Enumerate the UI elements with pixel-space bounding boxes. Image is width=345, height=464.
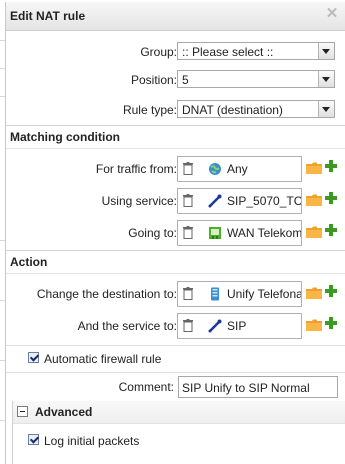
service-icon — [208, 319, 222, 333]
rule-type-select[interactable]: DNAT (destination) — [177, 100, 335, 118]
trash-icon[interactable] — [183, 194, 193, 207]
group-select[interactable]: :: Please select :: — [177, 42, 335, 60]
advanced-title: Advanced — [35, 405, 93, 419]
plus-icon[interactable] — [324, 159, 338, 173]
chevron-down-icon[interactable] — [318, 43, 334, 59]
advanced-panel-header[interactable]: Advanced — [13, 401, 345, 424]
folder-icon[interactable] — [306, 194, 322, 206]
service-to-label: And the service to: — [77, 319, 177, 333]
group-select-value: :: Please select :: — [182, 45, 274, 59]
edit-nat-rule-dialog: Edit NAT rule ✕ Group: :: Please select … — [5, 2, 345, 464]
trash-icon[interactable] — [183, 287, 193, 300]
service-icon — [208, 194, 222, 208]
traffic-from-row: For traffic from: Any — [6, 155, 345, 183]
traffic-from-label: For traffic from: — [95, 162, 177, 176]
change-destination-label: Change the destination to: — [36, 287, 177, 301]
close-icon[interactable]: ✕ — [325, 6, 339, 21]
position-row: Position: 5 — [6, 66, 345, 94]
folder-icon[interactable] — [306, 287, 322, 299]
change-destination-object-field[interactable]: Unify Telefonanlage — [177, 281, 302, 307]
position-select-value: 5 — [182, 73, 189, 87]
comment-label: Comment: — [118, 380, 174, 394]
group-label: Group: — [140, 45, 177, 59]
log-initial-packets-label: Log initial packets — [44, 434, 140, 448]
traffic-from-value: Any — [227, 162, 248, 176]
chevron-down-icon[interactable] — [318, 71, 334, 87]
matching-condition-title: Matching condition — [10, 130, 120, 144]
plus-icon[interactable] — [324, 191, 338, 205]
chevron-down-icon[interactable] — [318, 101, 334, 117]
automatic-firewall-rule-label: Automatic firewall rule — [44, 352, 162, 366]
position-label: Position: — [130, 73, 177, 87]
advanced-panel: Advanced Log initial packets — [12, 401, 345, 464]
plus-icon[interactable] — [324, 316, 338, 330]
going-to-label: Going to: — [128, 226, 177, 240]
folder-icon[interactable] — [306, 226, 322, 238]
rule-type-select-value: DNAT (destination) — [182, 103, 283, 117]
change-destination-value: Unify Telefonanlage — [227, 287, 301, 301]
going-to-value: WAN Telekom — [227, 226, 302, 240]
traffic-from-object-field[interactable]: Any — [177, 156, 302, 182]
trash-icon[interactable] — [183, 226, 193, 239]
service-to-object-field[interactable]: SIP — [177, 313, 302, 339]
host-icon — [211, 287, 219, 301]
using-service-row: Using service: SIP_5070_TCP — [6, 187, 345, 215]
dialog-title: Edit NAT rule — [10, 9, 86, 23]
using-service-object-field[interactable]: SIP_5070_TCP — [177, 188, 302, 214]
automatic-firewall-rule-checkbox[interactable] — [28, 352, 39, 363]
log-initial-packets-checkbox[interactable] — [28, 434, 39, 445]
firewall-rule-row: Automatic firewall rule — [6, 345, 345, 373]
collapse-icon[interactable] — [17, 406, 28, 417]
going-to-object-field[interactable]: WAN Telekom — [177, 220, 302, 246]
plus-icon[interactable] — [324, 223, 338, 237]
going-to-row: Going to: WAN Telekom — [6, 219, 345, 247]
trash-icon[interactable] — [183, 162, 193, 175]
service-to-value: SIP — [227, 319, 247, 333]
change-destination-row: Change the destination to: Unify Telefon… — [6, 280, 345, 308]
matching-condition-section-header: Matching condition — [6, 125, 345, 149]
rule-type-label: Rule type: — [122, 103, 177, 117]
comment-input[interactable]: SIP Unify to SIP Normal — [178, 376, 338, 398]
trash-icon[interactable] — [183, 319, 193, 332]
rule-type-row: Rule type: DNAT (destination) — [6, 96, 345, 124]
dialog-titlebar[interactable]: Edit NAT rule ✕ — [6, 2, 345, 31]
group-row: Group: :: Please select :: — [6, 38, 345, 66]
action-section-header: Action — [6, 250, 345, 274]
folder-icon[interactable] — [306, 162, 322, 174]
globe-icon — [209, 163, 221, 175]
plus-icon[interactable] — [324, 284, 338, 298]
using-service-value: SIP_5070_TCP — [227, 194, 302, 208]
using-service-label: Using service: — [101, 194, 177, 208]
service-to-row: And the service to: SIP — [6, 312, 345, 340]
position-select[interactable]: 5 — [177, 70, 335, 88]
interface-icon — [209, 227, 221, 239]
folder-icon[interactable] — [306, 319, 322, 331]
action-title: Action — [10, 255, 48, 269]
comment-input-value: SIP Unify to SIP Normal — [182, 381, 310, 395]
